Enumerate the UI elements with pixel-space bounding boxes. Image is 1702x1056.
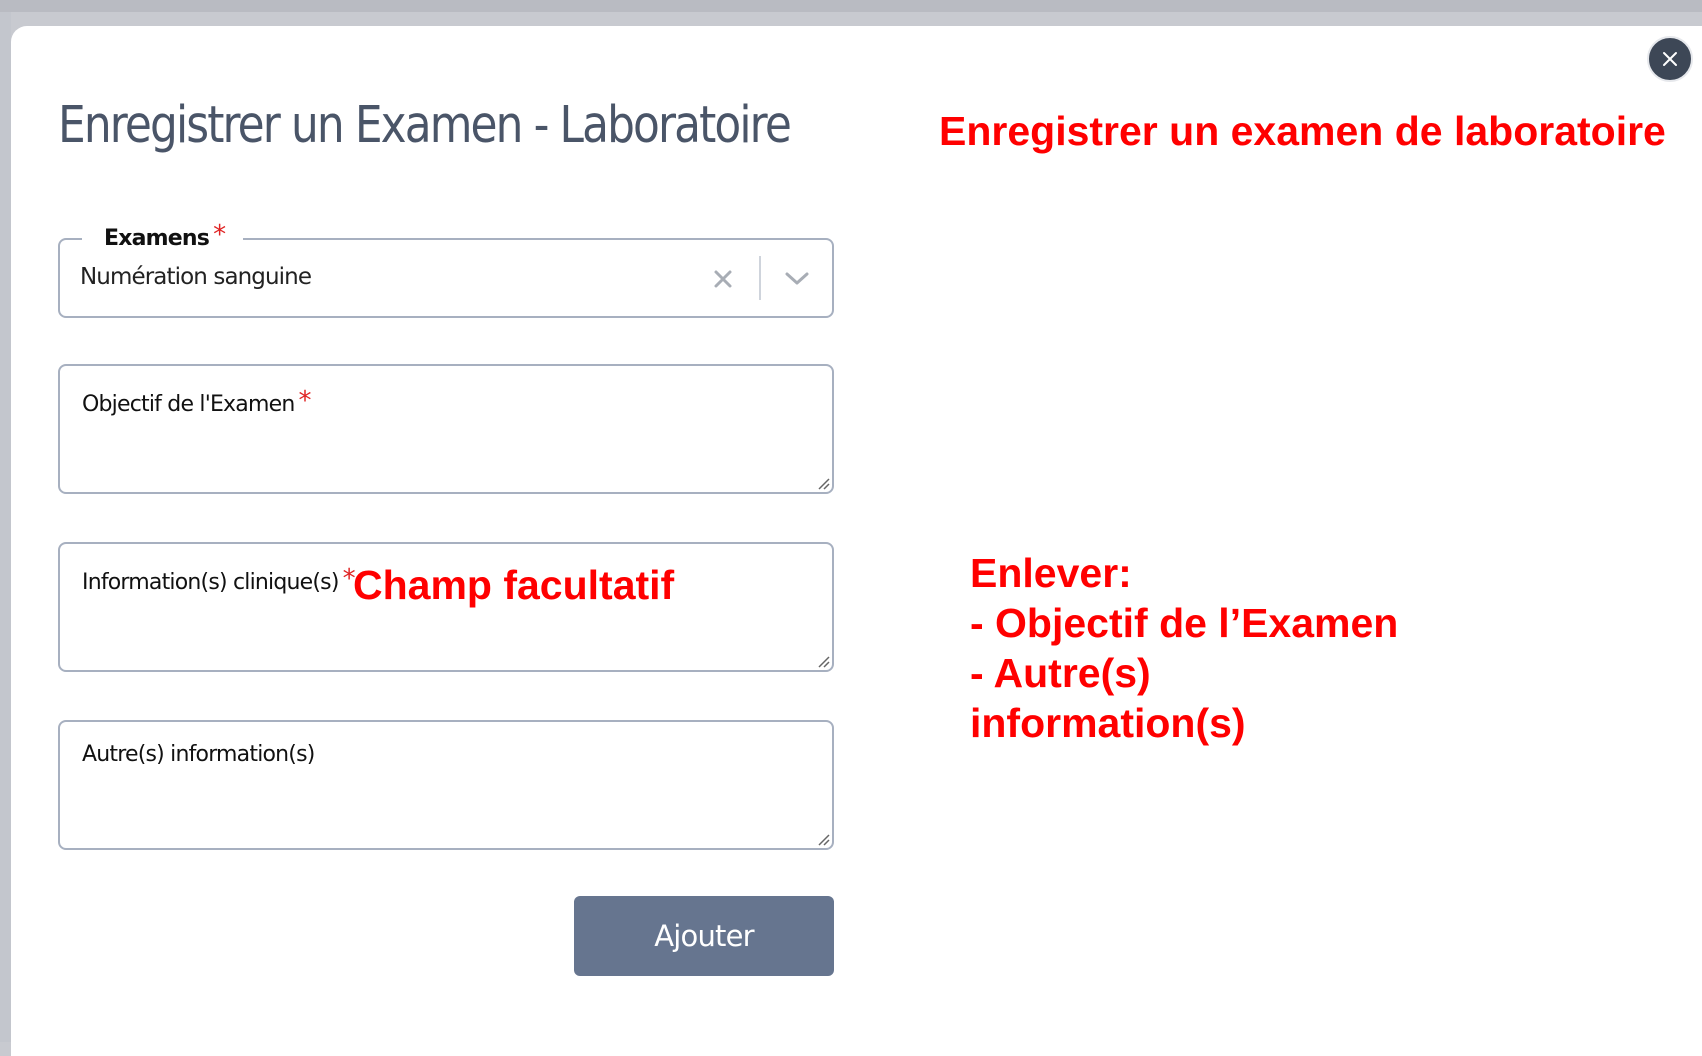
annotation-remove-line: - Autre(s): [970, 650, 1151, 696]
modal-title: Enregistrer un Examen - Laboratoire: [58, 96, 792, 155]
objective-label-text: Objectif de l'Examen: [82, 392, 295, 417]
select-separator: [759, 256, 761, 300]
exams-selected-value: Numération sanguine: [80, 264, 312, 290]
annotation-title-note: Enregistrer un examen de laboratoire: [939, 108, 1666, 154]
annotation-optional-note: Champ facultatif: [353, 562, 675, 608]
annotation-remove-line: information(s): [970, 700, 1246, 746]
clinical-info-label-text: Information(s) clinique(s): [82, 570, 339, 595]
resize-handle-icon[interactable]: [814, 830, 830, 846]
close-button[interactable]: [1647, 36, 1693, 82]
required-mark: *: [298, 386, 311, 416]
annotation-remove-line: Enlever:: [970, 550, 1132, 596]
exams-select[interactable]: Examens * Numération sanguine: [58, 220, 834, 318]
exams-label-text: Examens: [104, 226, 210, 251]
objective-textarea[interactable]: Objectif de l'Examen *: [58, 364, 834, 494]
other-info-textarea[interactable]: Autre(s) information(s): [58, 720, 834, 850]
page-backdrop: [0, 0, 1702, 12]
annotation-remove-line: - Objectif de l’Examen: [970, 600, 1399, 646]
page-backdrop-edge: [0, 12, 11, 1042]
exams-label: Examens *: [82, 220, 244, 251]
resize-handle-icon[interactable]: [814, 652, 830, 668]
annotation-remove-note: Enlever: - Objectif de l’Examen - Autre(…: [970, 548, 1398, 748]
clinical-info-label: Information(s) clinique(s) *: [82, 564, 356, 595]
objective-label: Objectif de l'Examen *: [82, 386, 311, 417]
add-button[interactable]: Ajouter: [574, 896, 834, 976]
resize-handle-icon[interactable]: [814, 474, 830, 490]
exam-modal: [11, 26, 1702, 1056]
other-info-label: Autre(s) information(s): [82, 742, 315, 767]
close-icon: [1663, 52, 1677, 66]
required-mark: *: [213, 220, 226, 250]
chevron-down-icon[interactable]: [783, 269, 811, 289]
x-icon[interactable]: [710, 266, 736, 292]
